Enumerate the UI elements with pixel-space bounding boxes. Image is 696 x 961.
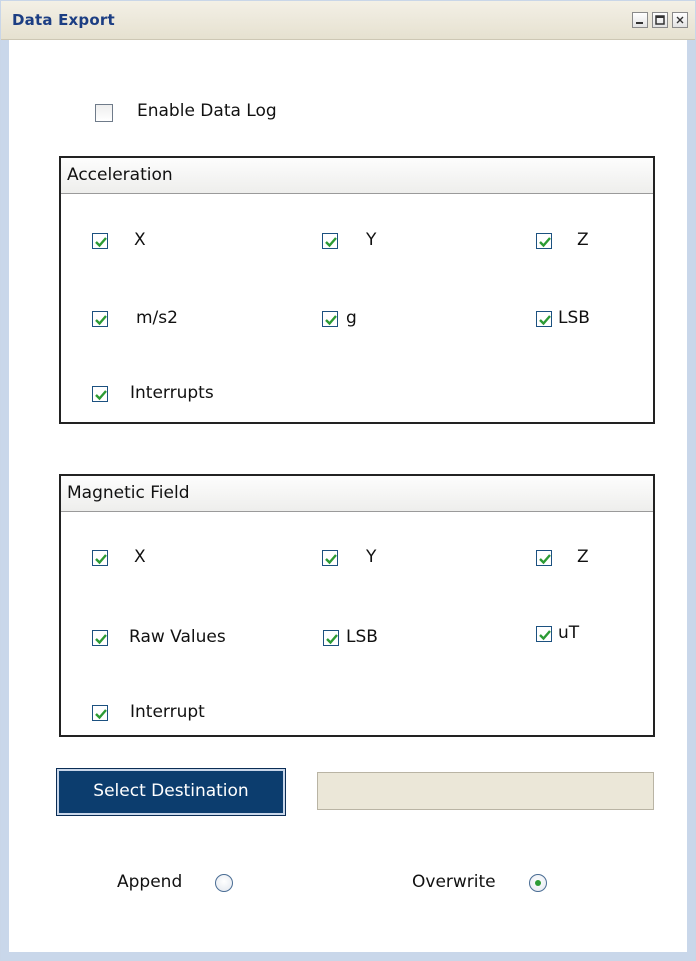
mag-raw-values-label: Raw Values bbox=[129, 627, 226, 647]
mag-y-label: Y bbox=[366, 547, 377, 567]
enable-data-log-checkbox[interactable] bbox=[95, 104, 113, 122]
check-icon bbox=[539, 630, 551, 641]
mag-x-checkbox[interactable] bbox=[92, 550, 108, 566]
select-destination-button[interactable]: Select Destination bbox=[56, 768, 286, 816]
acceleration-header: Acceleration bbox=[61, 158, 653, 194]
append-label: Append bbox=[117, 872, 183, 892]
maximize-icon[interactable] bbox=[652, 12, 668, 28]
destination-path-field[interactable] bbox=[317, 772, 654, 810]
mag-ut-checkbox[interactable] bbox=[536, 626, 552, 642]
overwrite-label: Overwrite bbox=[412, 872, 496, 892]
mag-y-checkbox[interactable] bbox=[322, 550, 338, 566]
mag-x-label: X bbox=[134, 547, 146, 567]
check-icon bbox=[539, 237, 551, 248]
accel-x-label: X bbox=[134, 230, 146, 250]
accel-x-checkbox[interactable] bbox=[92, 233, 108, 249]
append-radio[interactable] bbox=[215, 874, 233, 892]
accel-lsb-checkbox[interactable] bbox=[536, 311, 552, 327]
magnetic-field-group: Magnetic Field bbox=[59, 474, 655, 737]
check-icon bbox=[539, 554, 551, 565]
mag-z-label: Z bbox=[577, 547, 589, 567]
magnetic-field-title: Magnetic Field bbox=[67, 483, 190, 503]
radio-selected-dot bbox=[535, 880, 541, 886]
check-icon bbox=[325, 237, 337, 248]
accel-y-checkbox[interactable] bbox=[322, 233, 338, 249]
check-icon bbox=[326, 634, 338, 645]
check-icon bbox=[95, 390, 107, 401]
accel-z-checkbox[interactable] bbox=[536, 233, 552, 249]
mag-interrupt-checkbox[interactable] bbox=[92, 705, 108, 721]
check-icon bbox=[95, 634, 107, 645]
close-icon[interactable] bbox=[672, 12, 688, 28]
mag-interrupt-label: Interrupt bbox=[130, 702, 205, 722]
mag-lsb-checkbox[interactable] bbox=[323, 630, 339, 646]
magnetic-field-header: Magnetic Field bbox=[61, 476, 653, 512]
accel-ms2-label: m/s2 bbox=[136, 308, 178, 328]
check-icon bbox=[95, 315, 107, 326]
data-export-window: Data Export Enable Data Log Acceleration… bbox=[0, 0, 696, 961]
accel-lsb-label: LSB bbox=[558, 308, 590, 328]
check-icon bbox=[95, 554, 107, 565]
mag-raw-values-checkbox[interactable] bbox=[92, 630, 108, 646]
check-icon bbox=[95, 237, 107, 248]
check-icon bbox=[325, 554, 337, 565]
check-icon bbox=[539, 315, 551, 326]
enable-data-log-label: Enable Data Log bbox=[137, 101, 277, 121]
check-icon bbox=[95, 709, 107, 720]
accel-g-label: g bbox=[346, 308, 357, 328]
accel-g-checkbox[interactable] bbox=[322, 311, 338, 327]
check-icon bbox=[325, 315, 337, 326]
accel-z-label: Z bbox=[577, 230, 589, 250]
overwrite-radio[interactable] bbox=[529, 874, 547, 892]
accel-ms2-checkbox[interactable] bbox=[92, 311, 108, 327]
minimize-icon[interactable] bbox=[632, 12, 648, 28]
accel-interrupts-checkbox[interactable] bbox=[92, 386, 108, 402]
title-bar[interactable]: Data Export bbox=[1, 1, 695, 40]
accel-interrupts-label: Interrupts bbox=[130, 383, 214, 403]
window-title: Data Export bbox=[12, 11, 115, 29]
mag-z-checkbox[interactable] bbox=[536, 550, 552, 566]
mag-lsb-label: LSB bbox=[346, 627, 378, 647]
mag-ut-label: uT bbox=[558, 623, 580, 643]
accel-y-label: Y bbox=[366, 230, 377, 250]
acceleration-title: Acceleration bbox=[67, 165, 173, 185]
